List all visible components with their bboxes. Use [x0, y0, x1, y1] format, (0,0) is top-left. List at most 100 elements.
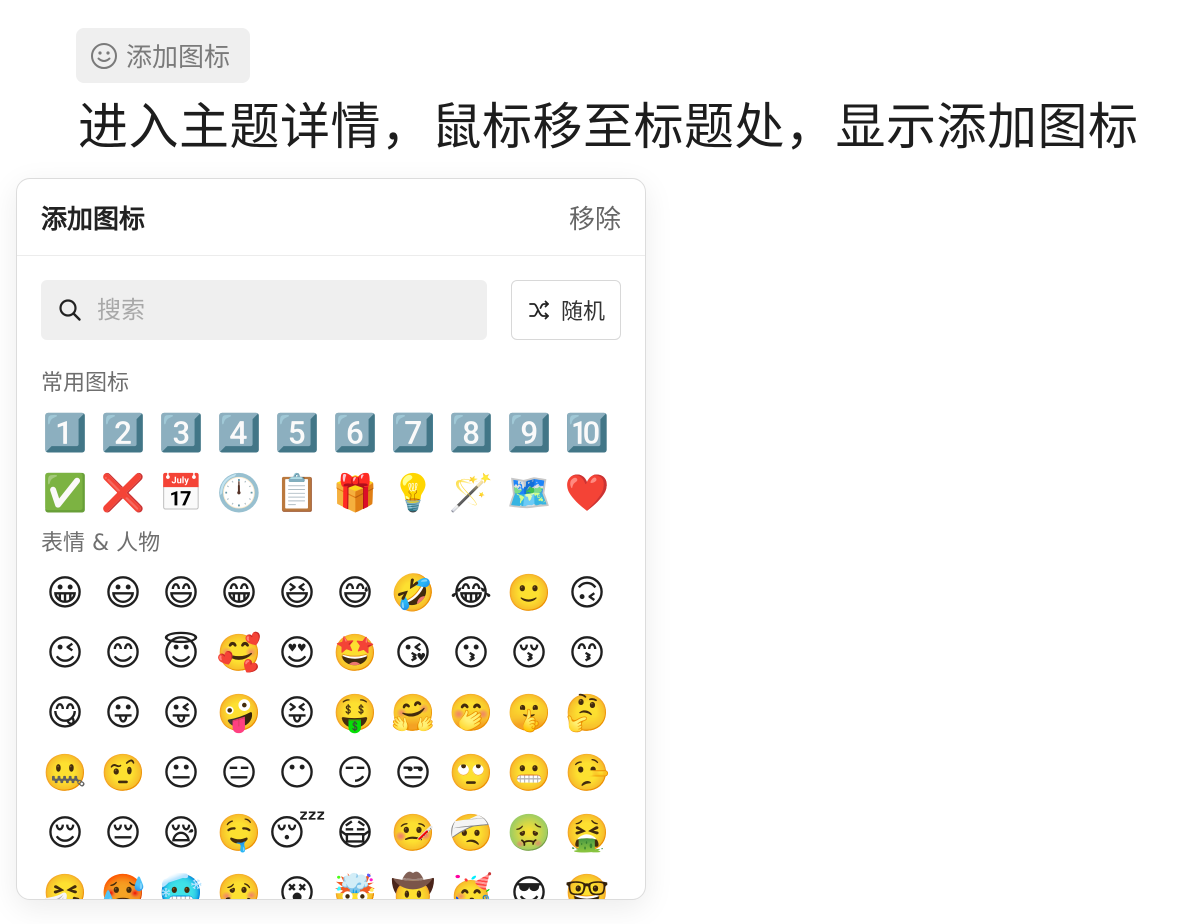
emoji-cell[interactable]: 🤐 [36, 744, 94, 804]
emoji-cell[interactable]: 🤕 [442, 804, 500, 864]
emoji-cell[interactable]: 😶 [268, 744, 326, 804]
emoji-cell[interactable]: 😉 [36, 624, 94, 684]
emoji-cell[interactable]: 1️⃣ [36, 404, 94, 464]
emoji-cell[interactable]: 📅 [152, 464, 210, 524]
emoji-cell[interactable]: 🕛 [210, 464, 268, 524]
section-label-smileys: 表情 & 人物 [41, 531, 161, 556]
emoji-cell[interactable]: ✅ [36, 464, 94, 524]
emoji-cell[interactable]: 9️⃣ [500, 404, 558, 464]
smiley-outline-icon [91, 42, 117, 69]
emoji-cell[interactable]: 😆 [268, 564, 326, 624]
emoji-cell[interactable]: 😌 [36, 804, 94, 864]
emoji-cell[interactable]: 🪄 [442, 464, 500, 524]
emoji-cell[interactable]: 4️⃣ [210, 404, 268, 464]
emoji-cell[interactable]: 📋 [268, 464, 326, 524]
search-box[interactable] [41, 280, 487, 340]
emoji-cell[interactable]: 🤫 [500, 684, 558, 744]
emoji-cell[interactable]: 😀 [36, 564, 94, 624]
icon-picker-panel: 添加图标 移除 随机 常用图标 1️⃣2️⃣3️⃣4️⃣5️⃣6️⃣7️⃣8️⃣… [16, 178, 646, 900]
emoji-cell[interactable]: 6️⃣ [326, 404, 384, 464]
emoji-cell[interactable]: 😪 [152, 804, 210, 864]
emoji-cell[interactable]: 😎 [500, 864, 558, 900]
emoji-cell[interactable]: 😋 [36, 684, 94, 744]
emoji-cell[interactable]: 😅 [326, 564, 384, 624]
emoji-cell[interactable]: 🥵 [94, 864, 152, 900]
emoji-cell[interactable]: 🤣 [384, 564, 442, 624]
emoji-cell[interactable]: 🤨 [94, 744, 152, 804]
shuffle-icon [529, 300, 549, 320]
emoji-cell[interactable]: 🤗 [384, 684, 442, 744]
emoji-cell[interactable]: 🤔 [558, 684, 616, 744]
emoji-cell[interactable]: 🥶 [152, 864, 210, 900]
emoji-cell[interactable]: 😛 [94, 684, 152, 744]
random-button[interactable]: 随机 [511, 280, 621, 340]
emoji-cell[interactable]: 😙 [558, 624, 616, 684]
emoji-cell[interactable]: 😝 [268, 684, 326, 744]
emoji-grid-smileys: 😀 😃 😄 😁 😆 😅 🤣 😂 🙂 🙃 😉 😊 😇 🥰 😍 🤩 😘 😗 😚 😙 😋 😛 😜 🤪 😝 🤑 🤗 🤭 🤫 🤔 🤐 🤨 😐 😑 😶 😏 😒 🙄 😬 🤥… [17, 564, 645, 900]
emoji-cell[interactable]: 🥴 [210, 864, 268, 900]
section-label-frequent: 常用图标 [41, 371, 130, 396]
emoji-cell[interactable]: 🎁 [326, 464, 384, 524]
emoji-cell[interactable]: 🤓 [558, 864, 616, 900]
emoji-cell[interactable]: 😜 [152, 684, 210, 744]
emoji-cell[interactable]: 😊 [94, 624, 152, 684]
panel-header: 添加图标 移除 [17, 179, 645, 256]
emoji-cell[interactable]: 😚 [500, 624, 558, 684]
emoji-cell[interactable]: ❌ [94, 464, 152, 524]
page-title[interactable]: 进入主题详情，鼠标移至标题处，显示添加图标 [78, 92, 1139, 162]
emoji-cell[interactable]: 🤠 [384, 864, 442, 900]
emoji-scroll-area[interactable]: 常用图标 1️⃣ 2️⃣ 3️⃣ 4️⃣ 5️⃣ 6️⃣ 7️⃣ 8️⃣ 9️⃣ 🔟 ✅ ❌ 📅 🕛 📋 🎁 💡… [17, 364, 645, 899]
emoji-cell[interactable]: 🔟 [558, 404, 616, 464]
emoji-cell[interactable]: 🤧 [36, 864, 94, 900]
emoji-cell[interactable]: 😍 [268, 624, 326, 684]
emoji-cell[interactable]: 😬 [500, 744, 558, 804]
emoji-cell[interactable]: 😷 [326, 804, 384, 864]
emoji-cell[interactable]: 3️⃣ [152, 404, 210, 464]
search-input[interactable] [95, 295, 459, 325]
emoji-cell[interactable]: 😘 [384, 624, 442, 684]
emoji-cell[interactable]: 8️⃣ [442, 404, 500, 464]
emoji-cell[interactable]: 😴 [268, 804, 326, 864]
emoji-cell[interactable]: 😏 [326, 744, 384, 804]
emoji-cell[interactable]: 🤮 [558, 804, 616, 864]
add-icon-button[interactable]: 添加图标 [76, 28, 250, 83]
emoji-cell[interactable]: 😑 [210, 744, 268, 804]
emoji-cell[interactable]: 😒 [384, 744, 442, 804]
emoji-cell[interactable]: 🤑 [326, 684, 384, 744]
emoji-cell[interactable]: 🙃 [558, 564, 616, 624]
emoji-cell[interactable]: 😁 [210, 564, 268, 624]
picker-toolbar: 随机 [41, 280, 621, 340]
emoji-cell[interactable]: 🤥 [558, 744, 616, 804]
emoji-cell[interactable]: 😃 [94, 564, 152, 624]
emoji-cell[interactable]: 😔 [94, 804, 152, 864]
emoji-cell[interactable]: 7️⃣ [384, 404, 442, 464]
emoji-cell[interactable]: 2️⃣ [94, 404, 152, 464]
emoji-cell[interactable]: 5️⃣ [268, 404, 326, 464]
random-label: 随机 [560, 300, 605, 325]
emoji-cell[interactable]: 🤭 [442, 684, 500, 744]
emoji-cell[interactable]: ❤️ [558, 464, 616, 524]
emoji-cell[interactable]: 😇 [152, 624, 210, 684]
emoji-cell[interactable]: 🗺️ [500, 464, 558, 524]
emoji-cell[interactable]: 💡 [384, 464, 442, 524]
emoji-cell[interactable]: 😗 [442, 624, 500, 684]
emoji-cell[interactable]: 🤩 [326, 624, 384, 684]
search-icon [59, 299, 81, 321]
emoji-cell[interactable]: 🙄 [442, 744, 500, 804]
emoji-cell[interactable]: 😂 [442, 564, 500, 624]
emoji-cell[interactable]: 😐 [152, 744, 210, 804]
emoji-grid-frequent: 1️⃣ 2️⃣ 3️⃣ 4️⃣ 5️⃣ 6️⃣ 7️⃣ 8️⃣ 9️⃣ 🔟 ✅ ❌ 📅 🕛 📋 🎁 💡 🪄 🗺️ ❤️ [17, 404, 645, 524]
emoji-cell[interactable]: 🤯 [326, 864, 384, 900]
emoji-cell[interactable]: 🥳 [442, 864, 500, 900]
add-icon-label: 添加图标 [126, 43, 231, 73]
panel-title: 添加图标 [41, 204, 146, 235]
emoji-cell[interactable]: 🥰 [210, 624, 268, 684]
emoji-cell[interactable]: 🤢 [500, 804, 558, 864]
emoji-cell[interactable]: 😄 [152, 564, 210, 624]
emoji-cell[interactable]: 🤒 [384, 804, 442, 864]
emoji-cell[interactable]: 🤪 [210, 684, 268, 744]
emoji-cell[interactable]: 🤤 [210, 804, 268, 864]
remove-button[interactable]: 移除 [569, 199, 621, 236]
emoji-cell[interactable]: 😵 [268, 864, 326, 900]
emoji-cell[interactable]: 🙂 [500, 564, 558, 624]
